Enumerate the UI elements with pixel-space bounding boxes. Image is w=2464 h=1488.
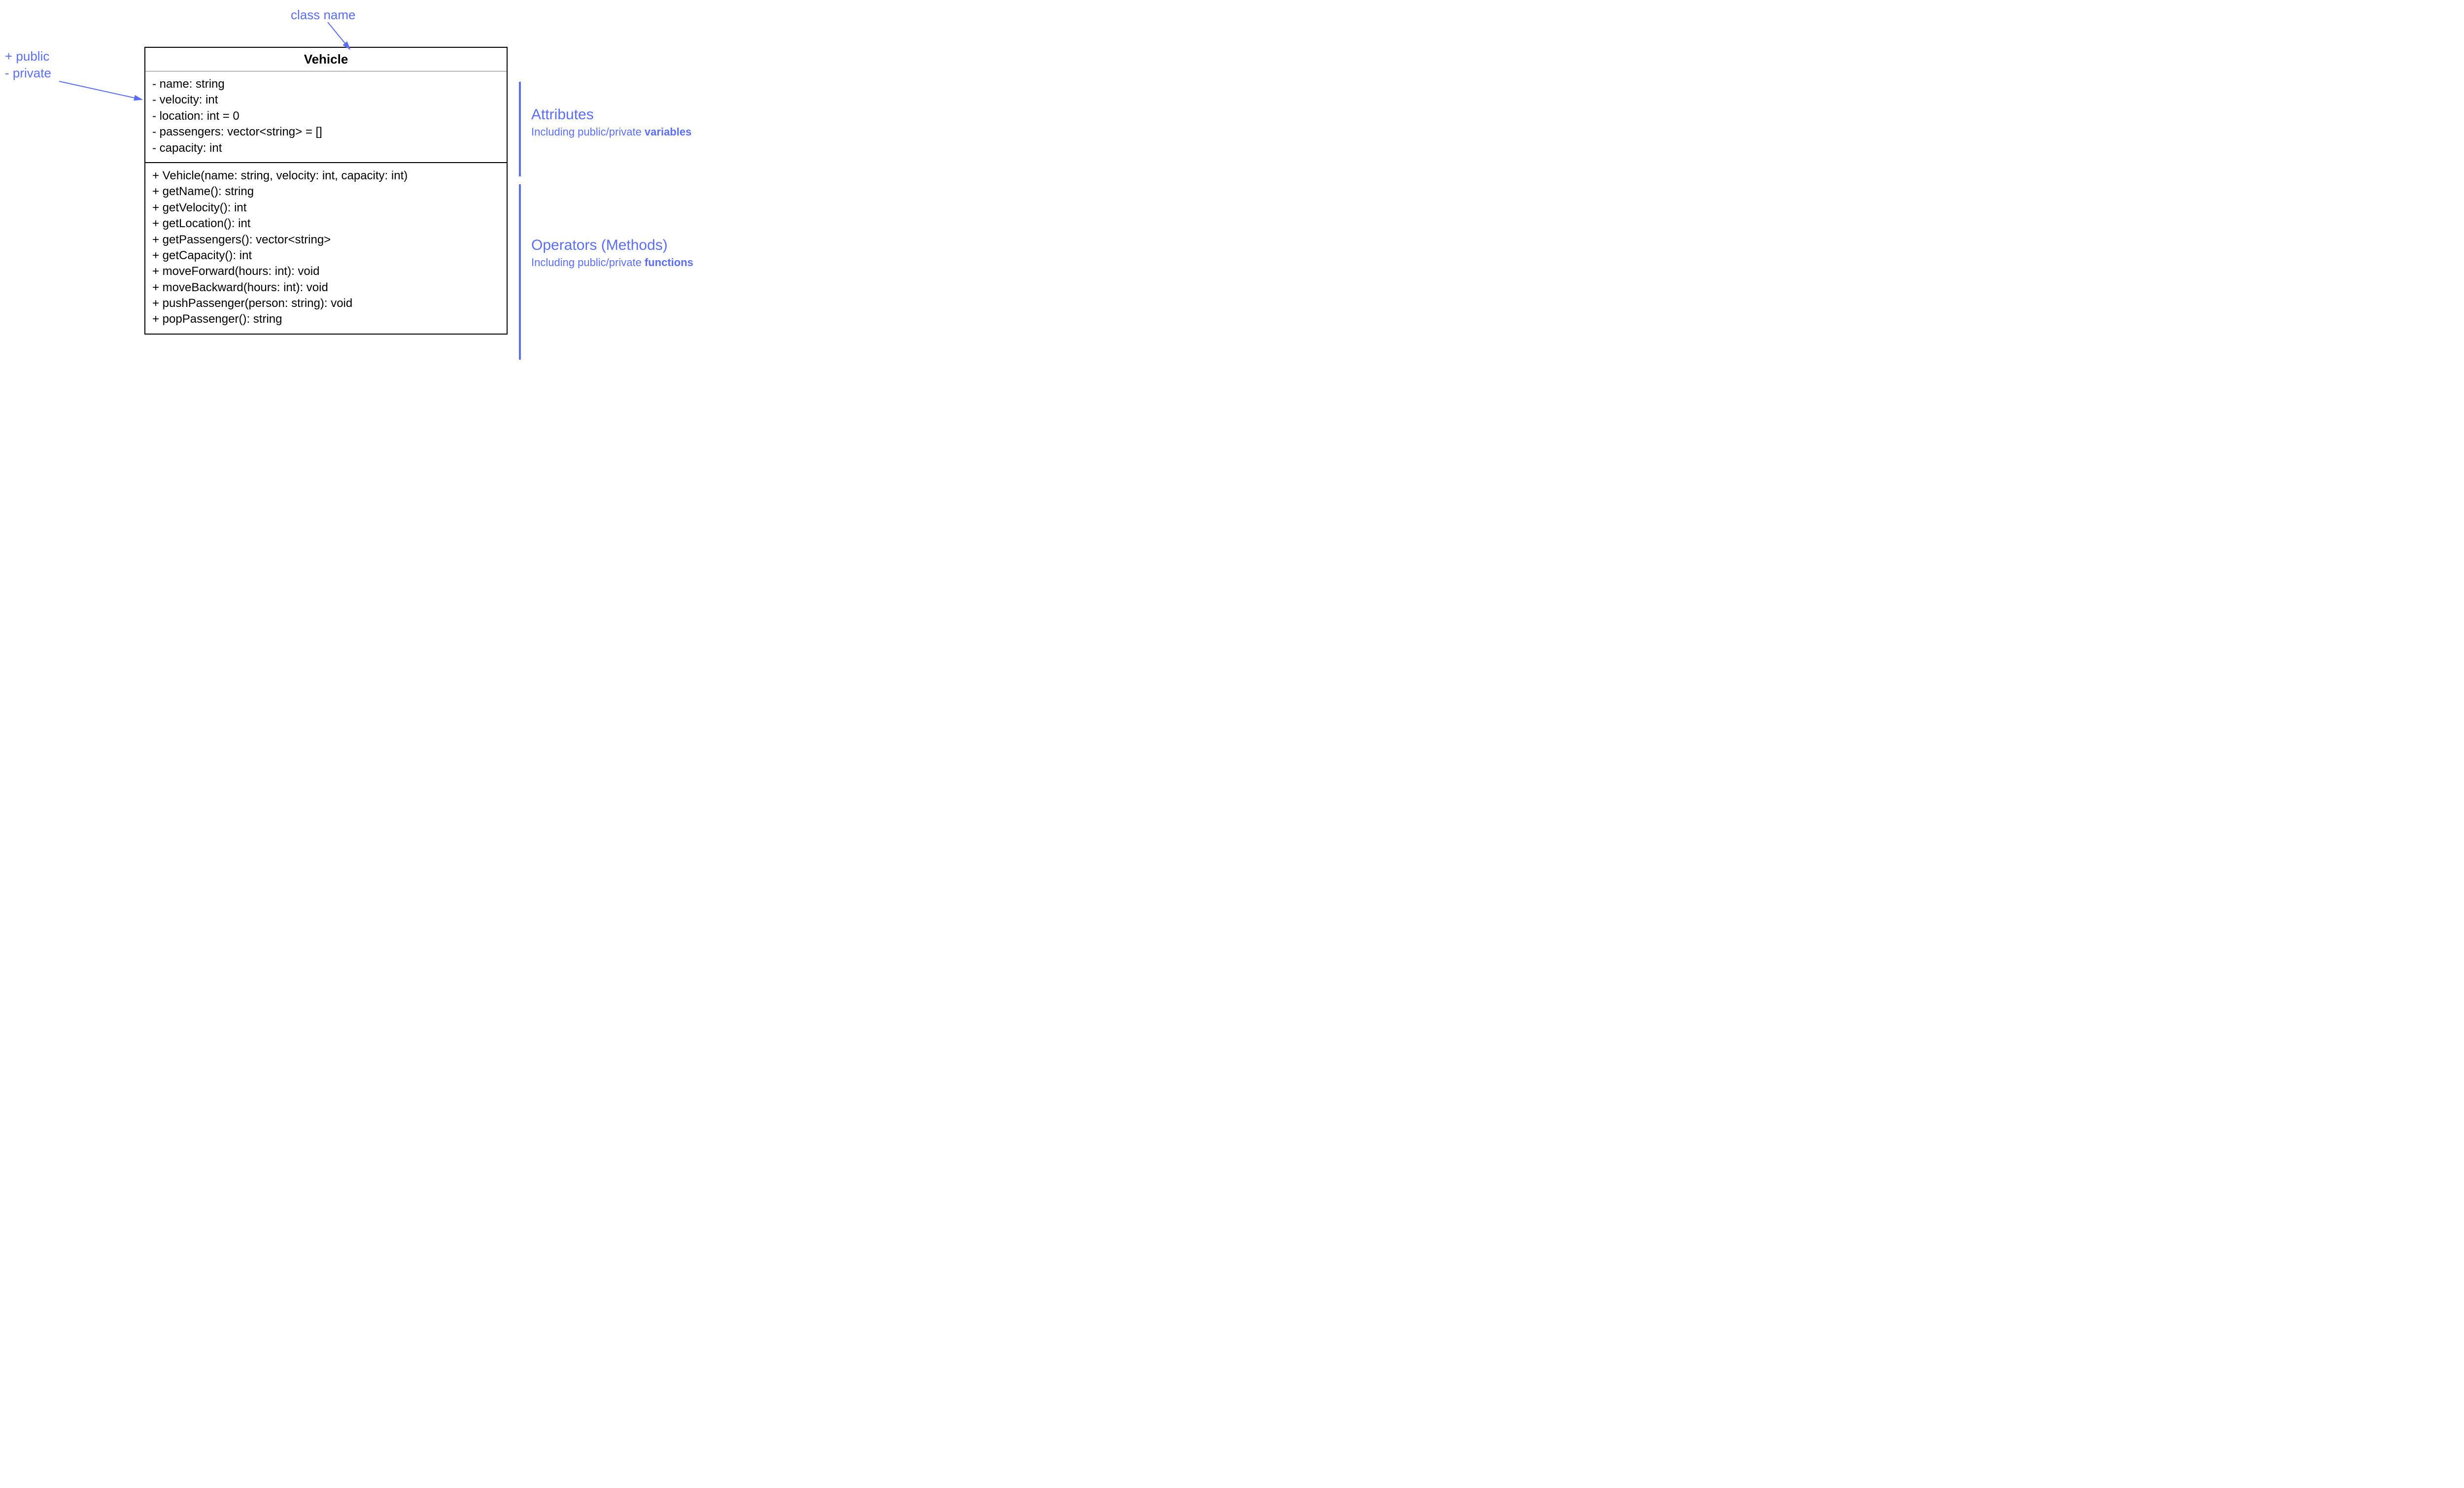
arrow-visibility [0,0,766,372]
